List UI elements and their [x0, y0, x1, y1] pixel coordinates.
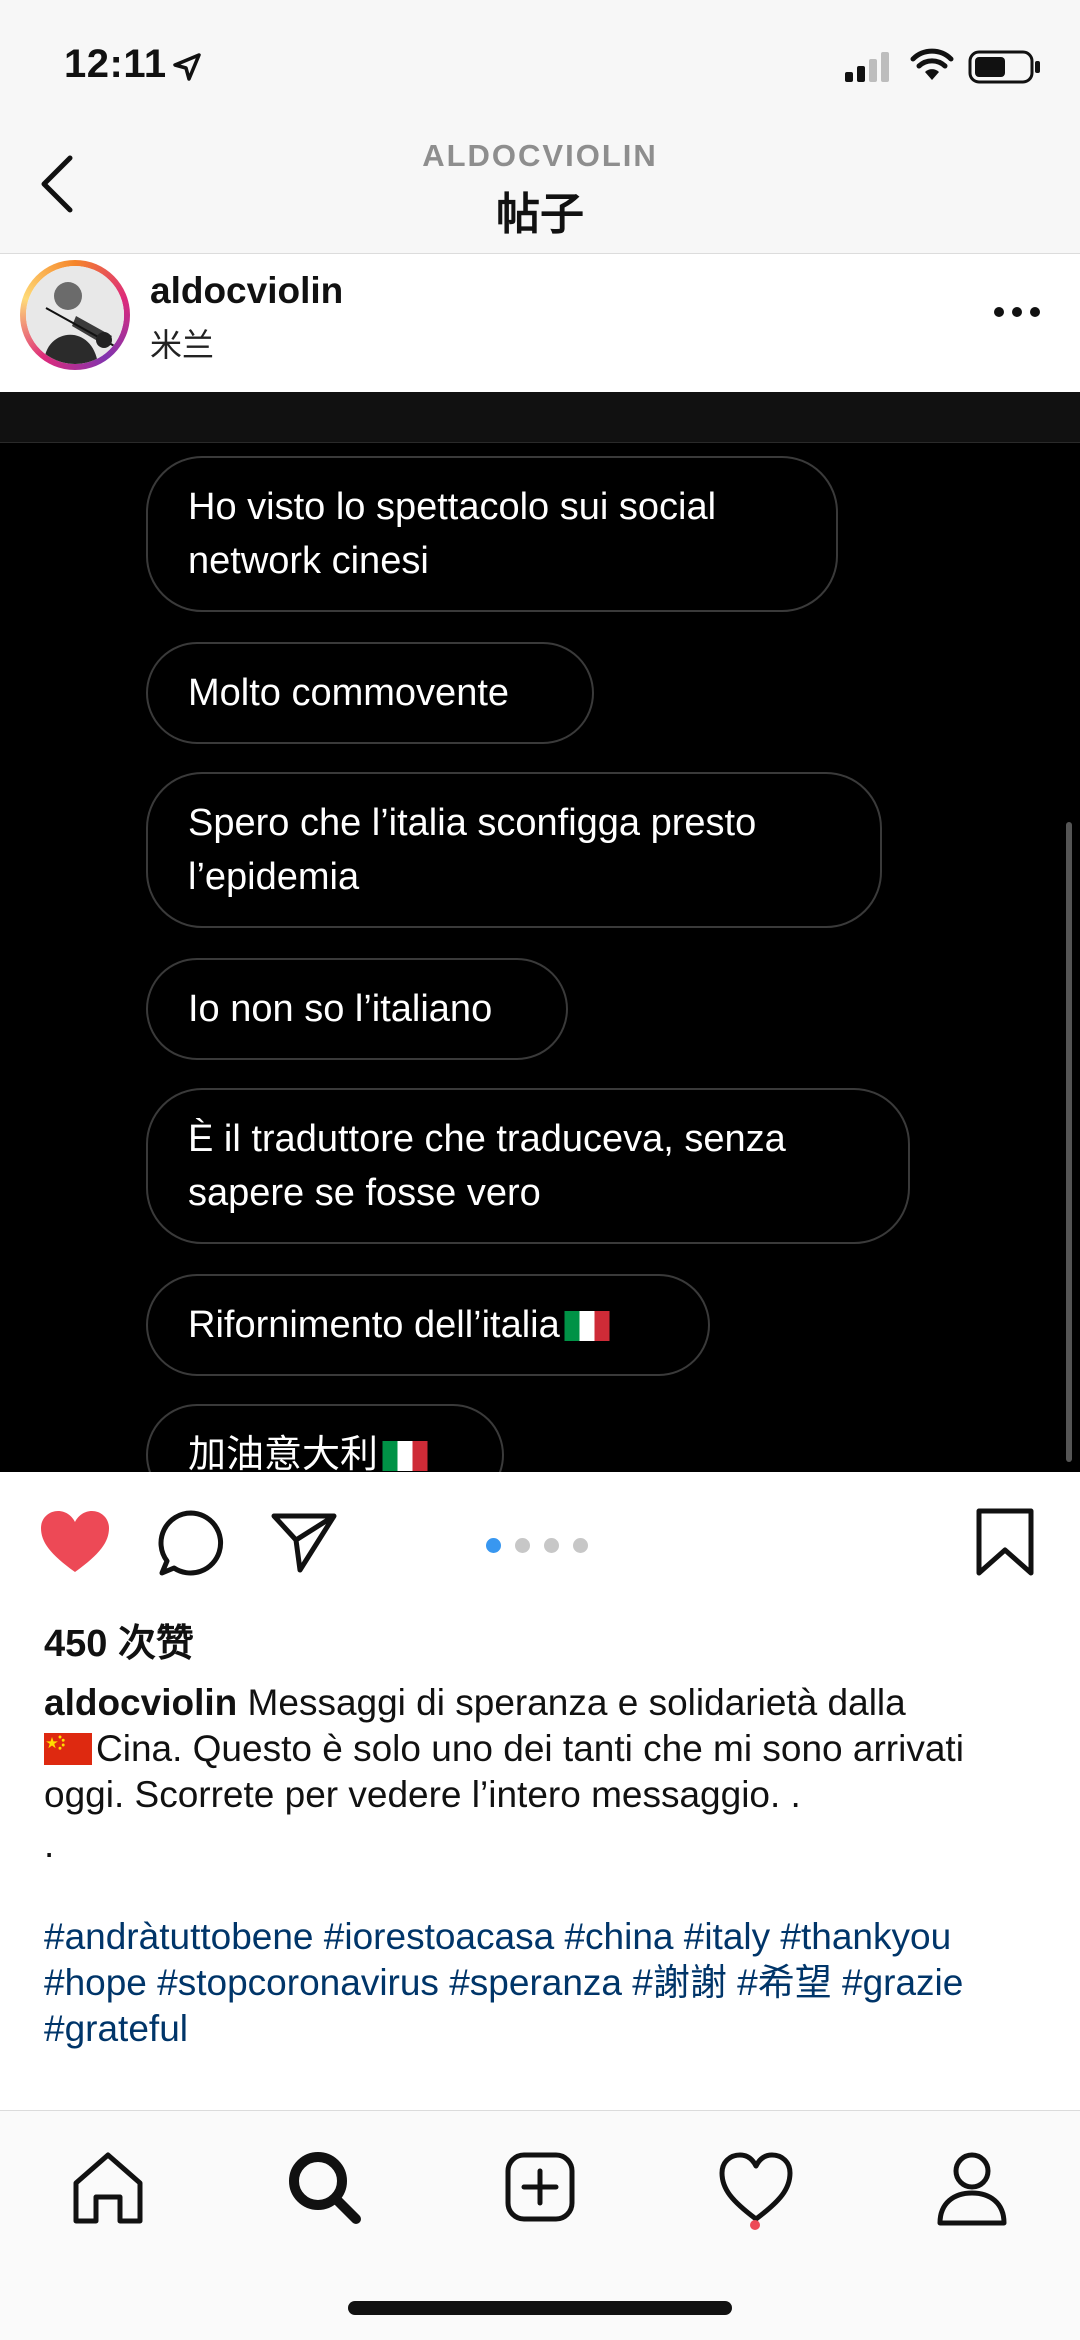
home-icon[interactable]	[68, 2147, 148, 2227]
avatar[interactable]	[26, 266, 124, 364]
post-header: aldocviolin 米兰	[0, 254, 1080, 392]
add-icon[interactable]	[500, 2147, 580, 2227]
cellular-signal-icon	[845, 52, 889, 82]
carousel-dot	[573, 1538, 588, 1553]
location-arrow-icon	[173, 53, 201, 81]
more-options-icon[interactable]	[990, 292, 1044, 332]
message-bubble-chinese: 加油意大利	[146, 1404, 504, 1472]
caption-text-continued: Cina. Questo è solo uno dei tanti che mi…	[44, 1728, 964, 1815]
comment-icon[interactable]	[156, 1508, 226, 1578]
profile-icon[interactable]	[932, 2147, 1012, 2227]
post-username[interactable]: aldocviolin	[150, 270, 343, 312]
avatar-story-ring[interactable]	[20, 260, 130, 370]
carousel-dot	[544, 1538, 559, 1553]
home-indicator[interactable]	[348, 2301, 732, 2315]
page-title: 帖子	[496, 190, 584, 239]
message-bubble-italia: Rifornimento dell’italia	[146, 1274, 710, 1376]
search-icon[interactable]	[284, 2147, 364, 2227]
activity-notification-dot	[750, 2220, 760, 2230]
message-bubble: Spero che l’italia sconfigga presto l’ep…	[146, 772, 882, 928]
bookmark-icon[interactable]	[974, 1506, 1036, 1578]
activity-icon[interactable]	[716, 2147, 796, 2227]
post-image[interactable]: Ho visto lo spettacolo sui social networ…	[0, 392, 1080, 1472]
message-bubble: È il traduttore che traduceva, senza sap…	[146, 1088, 910, 1244]
like-count[interactable]: 450 次赞	[44, 1612, 194, 1667]
message-text: Rifornimento dell’italia	[188, 1304, 560, 1346]
message-bubble: Io non so l’italiano	[146, 958, 568, 1060]
caption-text: Messaggi di speranza e solidarietà dalla	[247, 1682, 906, 1723]
caption-hashtags[interactable]: #andràtuttobene #iorestoacasa #china #it…	[44, 1914, 1044, 2052]
top-bar: 12:11 ALDOCVIOLIN 帖子	[0, 0, 1080, 254]
status-time: 12:11	[64, 42, 167, 86]
caption-dot-line: .	[44, 1824, 55, 1865]
caption-username[interactable]: aldocviolin	[44, 1682, 237, 1723]
carousel-dot-active	[486, 1538, 501, 1553]
china-flag-icon	[44, 1733, 92, 1765]
heart-icon[interactable]	[38, 1508, 112, 1576]
message-bubble: Ho visto lo spettacolo sui social networ…	[146, 456, 838, 612]
post-caption: aldocviolin Messaggi di speranza e solid…	[44, 1680, 1044, 2052]
image-top-strip	[0, 392, 1080, 443]
post-location[interactable]: 米兰	[150, 320, 214, 366]
italy-flag-icon	[382, 1441, 428, 1471]
status-bar: 12:11	[0, 0, 1080, 130]
avatar-violinist-photo	[26, 266, 124, 364]
carousel-dot	[515, 1538, 530, 1553]
carousel-indicator	[486, 1538, 602, 1558]
italy-flag-icon	[564, 1311, 610, 1341]
message-text: 加油意大利	[188, 1434, 379, 1472]
battery-icon	[968, 50, 1040, 84]
nav-subtitle: ALDOCVIOLIN	[422, 138, 658, 173]
post-actions	[0, 1472, 1080, 1612]
image-scroll-indicator	[1066, 822, 1072, 1462]
message-bubble: Molto commovente	[146, 642, 594, 744]
wifi-icon	[910, 48, 954, 80]
share-icon[interactable]	[270, 1510, 338, 1574]
